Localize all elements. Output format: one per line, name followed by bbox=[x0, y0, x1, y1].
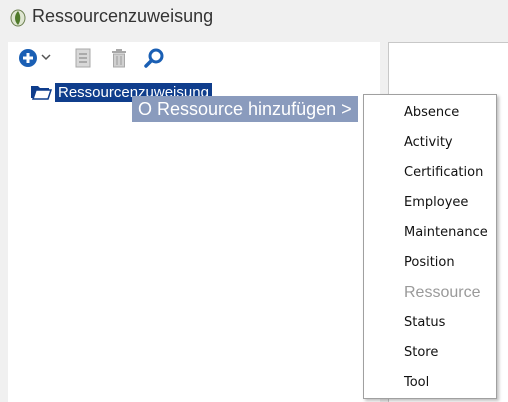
context-menu: Absence Activity Certification Employee … bbox=[363, 94, 497, 399]
search-icon[interactable] bbox=[144, 48, 164, 68]
menu-item-position[interactable]: Position bbox=[364, 248, 496, 278]
chevron-down-icon[interactable] bbox=[41, 54, 51, 62]
menu-item-ressource: Ressource bbox=[404, 284, 481, 301]
menu-item-certification[interactable]: Certification bbox=[364, 158, 496, 188]
add-resource-drag-indicator: O Ressource hinzufügen > bbox=[132, 96, 358, 122]
app-leaf-icon bbox=[10, 9, 26, 27]
menu-item-maintenance[interactable]: Maintenance bbox=[364, 218, 496, 248]
toolbar bbox=[8, 46, 380, 72]
menu-item-status[interactable]: Status bbox=[364, 308, 496, 338]
folder-open-icon bbox=[31, 86, 52, 100]
menu-item-store[interactable]: Store bbox=[364, 338, 496, 368]
add-circle-icon[interactable] bbox=[18, 48, 38, 68]
trash-icon[interactable] bbox=[110, 48, 128, 68]
menu-item-tool[interactable]: Tool bbox=[364, 368, 496, 398]
document-icon[interactable] bbox=[75, 48, 91, 68]
menu-item-absence[interactable]: Absence bbox=[364, 98, 496, 128]
window-title: Ressourcenzuweisung bbox=[32, 6, 214, 26]
title-bar: Ressourcenzuweisung bbox=[0, 0, 508, 36]
menu-item-activity[interactable]: Activity bbox=[364, 128, 496, 158]
menu-item-employee[interactable]: Employee bbox=[364, 188, 496, 218]
